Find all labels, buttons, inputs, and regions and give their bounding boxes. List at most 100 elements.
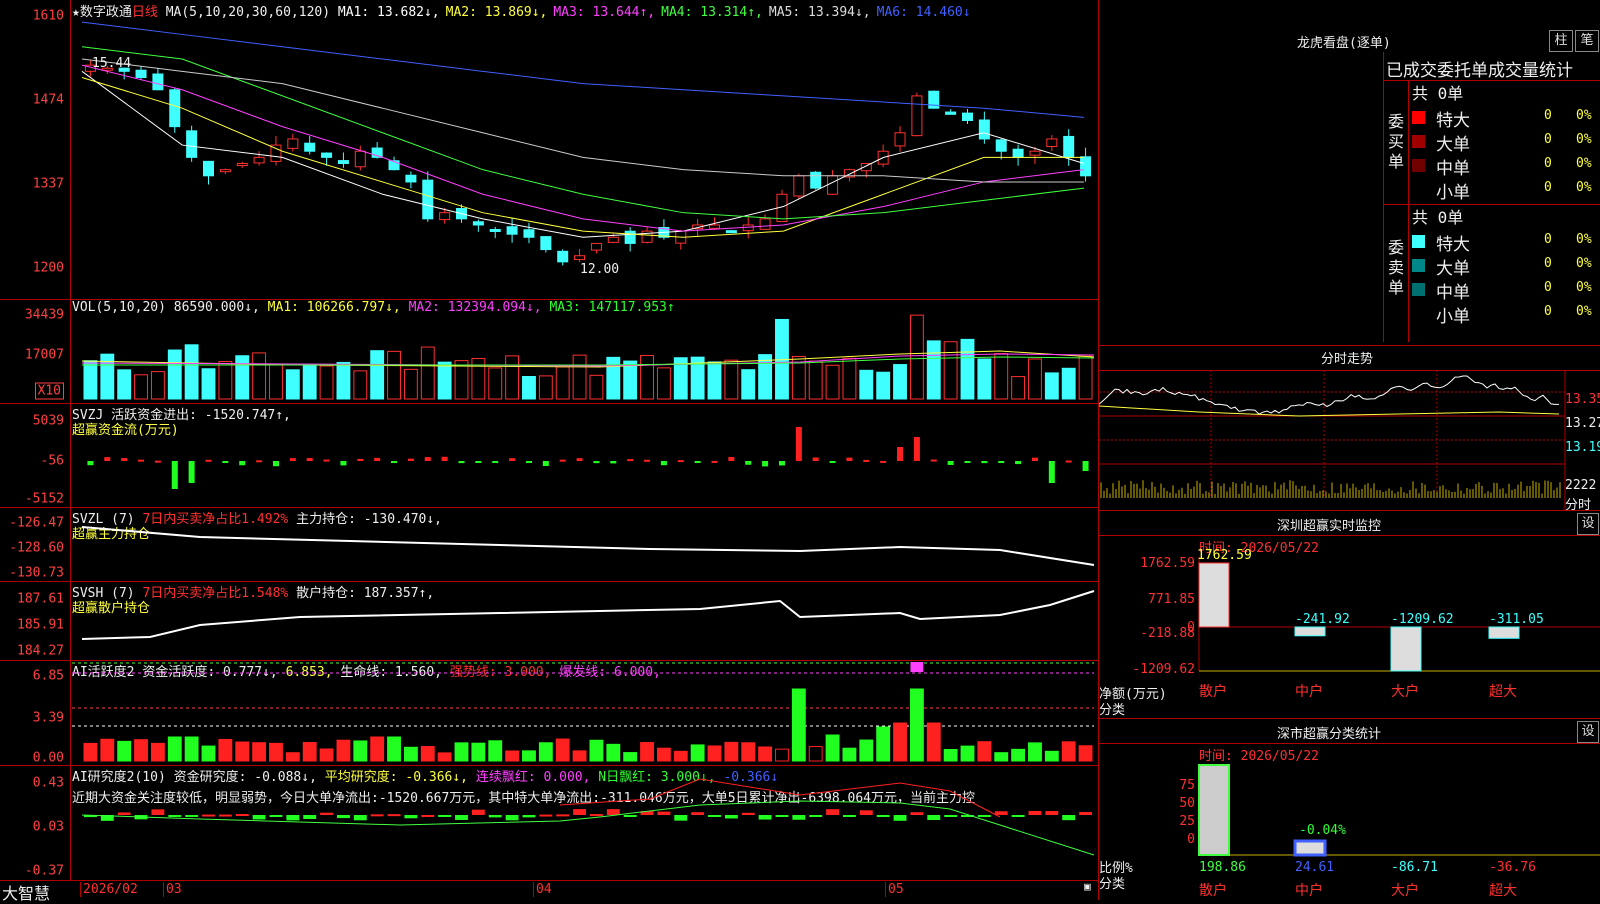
research-bar bbox=[1045, 811, 1059, 815]
money-flow-bar bbox=[171, 461, 178, 489]
volume-bar bbox=[825, 364, 840, 400]
volume-chart[interactable] bbox=[0, 299, 1098, 403]
sz-monitor-panel[interactable]: 深圳超赢实时监控 设 时间: 2026/05/22 1762.59 771.85 0… bbox=[1099, 510, 1600, 719]
ma-line bbox=[81, 46, 1085, 220]
bar-mode-button[interactable]: 柱 bbox=[1549, 30, 1573, 52]
order-color-swatch bbox=[1412, 135, 1425, 148]
activity-bar bbox=[353, 740, 368, 762]
svzj-chart[interactable] bbox=[0, 403, 1098, 507]
money-flow-bar bbox=[542, 461, 549, 467]
research-bar bbox=[438, 815, 452, 817]
svsh-panel[interactable]: 187.61 185.91 184.27 SVSH (7) 7日内买卖净占比1.… bbox=[0, 581, 1098, 661]
candle-body bbox=[489, 229, 501, 233]
intraday-vol: 2222 bbox=[1565, 478, 1597, 493]
money-flow-bar bbox=[138, 459, 145, 462]
order-count: 0 bbox=[1544, 156, 1552, 171]
intraday-chart[interactable] bbox=[1099, 346, 1600, 511]
activity-bar bbox=[825, 734, 840, 762]
money-flow-bar bbox=[880, 460, 887, 463]
research-bar bbox=[724, 815, 738, 819]
activity-bar bbox=[977, 741, 992, 762]
sz-class-panel[interactable]: 深市超赢分类统计 设 时间: 2026/05/22 75 50 25 0 198.86 散… bbox=[1099, 718, 1600, 901]
sz-monitor-axis-sub: 分类 bbox=[1099, 703, 1126, 718]
sz-class-chart[interactable]: 75 50 25 0 198.86 散户 24.61 中户 -86.71 大户 -36.76 超大 bbox=[1099, 719, 1600, 901]
svzl-chart[interactable] bbox=[0, 507, 1098, 581]
activity-bar bbox=[302, 742, 317, 762]
money-flow-bar bbox=[458, 461, 465, 464]
intraday-price: 13.35 bbox=[1565, 392, 1600, 407]
volume-bar bbox=[893, 364, 907, 400]
class-category-label: 散户 bbox=[1199, 882, 1227, 899]
money-flow-bar bbox=[644, 459, 651, 462]
money-flow-bar bbox=[829, 461, 836, 463]
sz-class-axis-sub: 分类 bbox=[1099, 877, 1126, 892]
monitor-y-label: 1762.59 bbox=[1140, 556, 1195, 571]
research-bar bbox=[843, 815, 856, 817]
order-count: 0 bbox=[1544, 108, 1552, 123]
research-line bbox=[559, 778, 1001, 818]
candle-body bbox=[354, 150, 366, 168]
candle-body bbox=[1012, 148, 1024, 158]
class-bar bbox=[1198, 764, 1230, 856]
research-bar bbox=[471, 809, 485, 815]
research-bar bbox=[370, 814, 384, 817]
class-y-label: 0 bbox=[1187, 832, 1195, 847]
volume-bar bbox=[876, 371, 891, 400]
low-mark: 12.00 bbox=[580, 262, 620, 277]
money-flow-bar bbox=[289, 458, 296, 461]
svsh-chart[interactable] bbox=[0, 581, 1098, 660]
candle-body bbox=[709, 224, 720, 229]
research-bar bbox=[927, 815, 941, 821]
class-category-label: 中户 bbox=[1295, 882, 1323, 899]
money-flow-bar bbox=[627, 459, 634, 462]
money-flow-bar bbox=[272, 461, 279, 467]
volume-panel[interactable]: 34439 17007 X10 VOL(5,10,20) 86590.000↓,… bbox=[0, 299, 1098, 404]
monitor-bar bbox=[1198, 562, 1230, 628]
sz-class-mid-label: -0.04% bbox=[1299, 823, 1346, 838]
ai-research-chart[interactable] bbox=[0, 765, 1098, 880]
research-bar bbox=[590, 814, 603, 817]
volume-bar bbox=[167, 349, 182, 400]
money-flow-bar bbox=[424, 457, 431, 461]
intraday-panel[interactable]: 分时走势 13.35 13.27 13.19 2222 分时 bbox=[1099, 345, 1600, 513]
svzl-panel[interactable]: -126.47 -128.60 -130.73 SVZL (7) 7日内买卖净占… bbox=[0, 507, 1098, 582]
activity-bar bbox=[572, 750, 587, 762]
kline-chart[interactable] bbox=[0, 0, 1098, 299]
activity-bar bbox=[876, 726, 891, 762]
activity-bar bbox=[336, 739, 351, 762]
research-bar bbox=[606, 809, 620, 815]
dragon-panel[interactable]: 龙虎看盘(逐单) 柱 笔 已成交委托单成交量统计 委买单 委卖单 共 0单 共 … bbox=[1099, 0, 1600, 345]
money-flow-bar bbox=[795, 427, 802, 461]
ai-active-panel[interactable]: 6.85 3.39 0.00 AI活跃度2 资金活跃度: 0.777↓, 6.8… bbox=[0, 660, 1098, 766]
money-flow-bar bbox=[222, 461, 229, 463]
research-bar bbox=[1011, 815, 1025, 817]
kline-panel[interactable]: 1610 1474 1337 1200 ★数字政通日线 MA(5,10,20,3… bbox=[0, 0, 1098, 300]
volume-bar bbox=[960, 338, 975, 400]
research-bar bbox=[218, 814, 232, 817]
svzj-panel[interactable]: 5039 -56 -5152 SVZJ 活跃资金进出: -1520.747↑, … bbox=[0, 403, 1098, 508]
dragon-title: 龙虎看盘(逐单) bbox=[1297, 36, 1391, 51]
sz-monitor-chart[interactable]: 1762.59771.850-218.88-1209.621762.59散户-2… bbox=[1099, 511, 1600, 719]
volume-bar bbox=[842, 357, 857, 400]
volume-bar bbox=[201, 368, 216, 400]
date-label: 03 bbox=[163, 882, 182, 897]
ai-active-chart[interactable] bbox=[0, 660, 1098, 765]
candle-body bbox=[472, 221, 484, 226]
volume-bar bbox=[437, 361, 452, 400]
lock-icon[interactable]: ▣ bbox=[1084, 880, 1091, 893]
activity-bar bbox=[488, 740, 503, 762]
ai-research-panel[interactable]: 0.43 0.03 -0.37 AI研究度2(10) 资金研究度: -0.088… bbox=[0, 765, 1098, 881]
research-bar bbox=[657, 811, 671, 815]
activity-bar bbox=[640, 742, 654, 762]
research-bar bbox=[455, 815, 468, 820]
class-value-label: -86.71 bbox=[1391, 860, 1438, 875]
intraday-price: 13.27 bbox=[1565, 416, 1600, 431]
candle-body bbox=[607, 236, 619, 243]
date-label: 04 bbox=[533, 882, 552, 897]
candle-body bbox=[1029, 150, 1041, 156]
activity-bar bbox=[707, 745, 722, 762]
volume-bar bbox=[1011, 376, 1026, 400]
candle-body bbox=[557, 250, 569, 263]
volume-bar bbox=[353, 370, 368, 400]
stroke-mode-button[interactable]: 笔 bbox=[1575, 30, 1599, 52]
